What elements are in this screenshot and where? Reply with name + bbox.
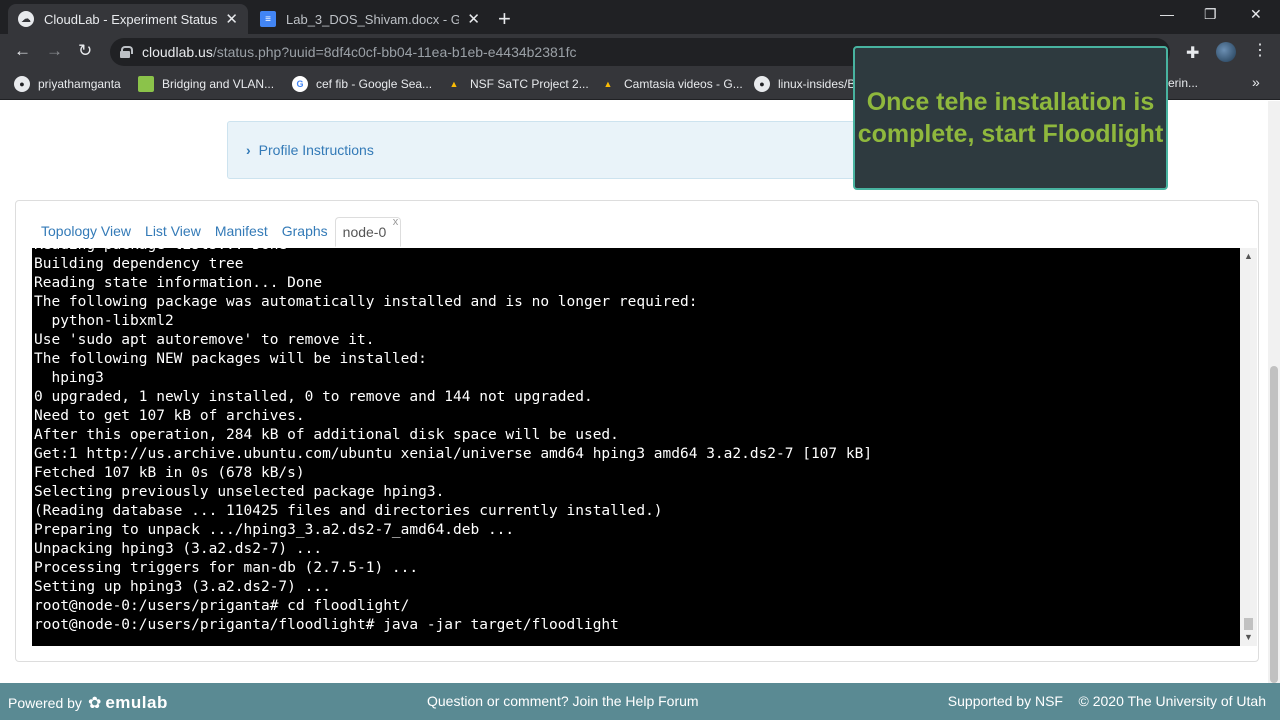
bookmarks-more-icon[interactable]: »	[1252, 74, 1260, 90]
profile-instructions-toggle[interactable]: › Profile Instructions	[227, 121, 927, 179]
close-node-tab-icon[interactable]: x	[393, 216, 399, 228]
forward-icon[interactable]: →	[46, 41, 63, 61]
bookmark-label: linux-insides/B	[778, 77, 856, 91]
terminal-console[interactable]: Reading package lists... Done Building d…	[32, 248, 1240, 646]
tab-node-0[interactable]: node-0 x	[334, 216, 402, 247]
scroll-up-icon[interactable]: ▲	[1244, 251, 1253, 261]
drive-icon: ▲	[603, 79, 613, 89]
bookmark-item[interactable]: Bridging and VLAN...	[138, 76, 274, 92]
cloudlab-favicon-icon: ☁	[18, 11, 34, 27]
bookmark-item[interactable]: erin...	[1168, 76, 1198, 90]
browser-tab-bar: ☁ CloudLab - Experiment Status ✕ ≡ Lab_3…	[0, 0, 1280, 34]
docs-favicon-icon: ≡	[260, 11, 276, 27]
bookmark-item[interactable]: ▲ NSF SaTC Project 2...	[446, 76, 589, 92]
bookmark-label: cef fib - Google Sea...	[316, 77, 433, 91]
bookmark-item[interactable]: G cef fib - Google Sea...	[292, 76, 432, 92]
tab-title: Lab_3_DOS_Shivam.docx - Googl	[286, 11, 460, 27]
tab-graphs[interactable]: Graphs	[275, 217, 335, 247]
terminal-output: Reading package lists... Done Building d…	[34, 248, 873, 633]
page-icon	[138, 76, 154, 92]
url-path: /status.php?uuid=8df4c0cf-bb04-11ea-b1eb…	[212, 44, 577, 60]
profile-instructions-label: Profile Instructions	[258, 142, 374, 158]
powered-by: Powered by ✿ emulab	[8, 693, 168, 713]
github-icon: ●	[754, 76, 770, 92]
bookmark-label: priyathamganta	[38, 77, 121, 91]
scroll-down-icon[interactable]: ▼	[1244, 632, 1253, 642]
instruction-callout: Once tehe installation is complete, star…	[853, 46, 1168, 190]
minimize-icon[interactable]: —	[1160, 6, 1174, 22]
tab-cloudlab[interactable]: ☁ CloudLab - Experiment Status ✕	[8, 4, 248, 34]
tab-title: CloudLab - Experiment Status	[44, 11, 218, 27]
tab-manifest[interactable]: Manifest	[208, 217, 275, 247]
page-scrollbar[interactable]	[1268, 101, 1280, 683]
url-host: cloudlab.us	[142, 44, 213, 60]
tab-topology-view[interactable]: Topology View	[34, 217, 138, 247]
experiment-panel: Topology View List View Manifest Graphs …	[15, 200, 1259, 662]
view-tabs: Topology View List View Manifest Graphs …	[34, 216, 402, 247]
reload-icon[interactable]: ↻	[78, 41, 92, 61]
tab-node-0-label: node-0	[342, 224, 387, 240]
page-footer: Powered by ✿ emulab Question or comment?…	[0, 683, 1280, 720]
close-tab-icon[interactable]: ✕	[225, 10, 238, 28]
github-icon: ●	[14, 76, 30, 92]
extensions-icon[interactable]: ✚	[1186, 43, 1199, 63]
bookmark-label: Camtasia videos - G...	[624, 77, 743, 91]
menu-icon[interactable]: ⋮	[1252, 40, 1268, 60]
avatar[interactable]	[1216, 42, 1236, 62]
powered-by-label: Powered by	[8, 695, 82, 711]
back-icon[interactable]: ←	[14, 41, 31, 61]
help-forum-link[interactable]: Question or comment? Join the Help Forum	[427, 693, 699, 709]
bookmark-label: erin...	[1168, 76, 1199, 90]
page-scroll-thumb[interactable]	[1270, 366, 1278, 683]
close-tab-icon[interactable]: ✕	[467, 10, 480, 28]
tab-google-docs[interactable]: ≡ Lab_3_DOS_Shivam.docx - Googl ✕	[250, 4, 490, 34]
emulab-brand[interactable]: emulab	[105, 693, 168, 713]
bookmark-label: Bridging and VLAN...	[162, 77, 275, 91]
lock-icon	[120, 46, 133, 58]
google-icon: G	[292, 76, 308, 92]
restore-icon[interactable]: ❐	[1204, 6, 1217, 23]
bookmark-label: NSF SaTC Project 2...	[470, 77, 589, 91]
bookmark-item[interactable]: ● linux-insides/B	[754, 76, 855, 92]
tab-list-view[interactable]: List View	[138, 217, 208, 247]
chevron-right-icon: ›	[246, 142, 251, 158]
new-tab-button[interactable]: +	[498, 6, 511, 32]
bookmark-item[interactable]: ▲ Camtasia videos - G...	[600, 76, 743, 92]
bookmark-item[interactable]: ● priyathamganta	[14, 76, 121, 92]
emulab-logo-icon: ✿	[87, 695, 102, 712]
scroll-thumb[interactable]	[1244, 618, 1253, 630]
drive-icon: ▲	[449, 79, 459, 89]
footer-credits: Supported by NSF © 2020 The University o…	[947, 693, 1266, 709]
terminal-scrollbar[interactable]: ▲ ▼	[1240, 248, 1257, 646]
window-close-icon[interactable]: ✕	[1250, 6, 1262, 23]
callout-text: Once tehe installation is complete, star…	[857, 88, 1164, 148]
